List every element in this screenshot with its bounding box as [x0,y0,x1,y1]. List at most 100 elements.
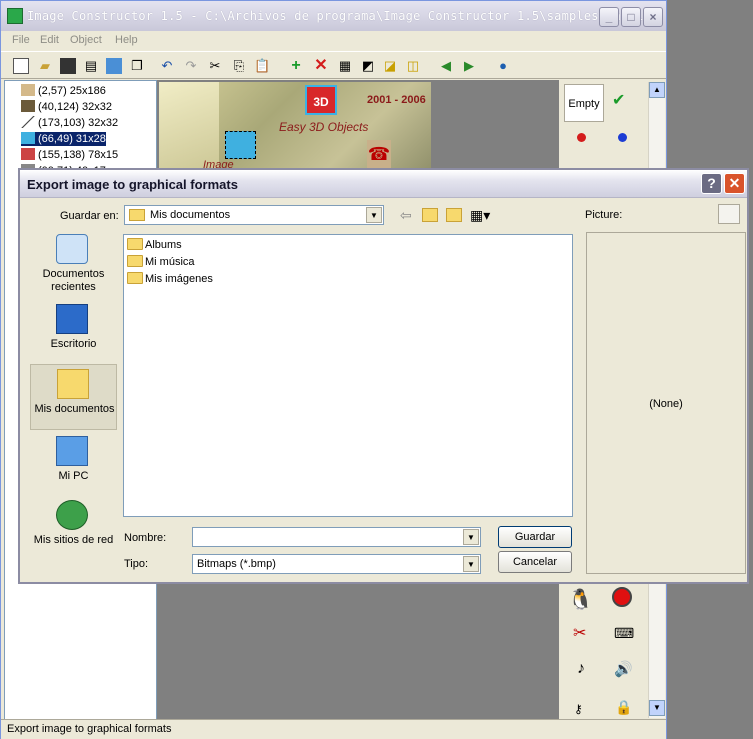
undo-icon[interactable]: ↶ [159,58,175,74]
computer-icon [56,436,88,466]
tree-item-label: (173,103) 32x32 [38,117,119,129]
open-icon[interactable]: ▰ [37,58,53,74]
scissors-icon[interactable]: ✂ [573,623,586,643]
place-network[interactable]: Mis sitios de red [30,496,117,560]
scroll-down-icon[interactable]: ▼ [649,700,665,716]
key-icon[interactable]: ⚷ [574,702,583,716]
preview-value: (None) [649,398,683,410]
menu-file[interactable]: File [12,34,30,46]
object-thumb-icon [21,148,35,160]
lock-icon[interactable]: 🔒 [615,699,632,716]
layers-icon[interactable]: ◩ [360,58,376,74]
place-label: Mi PC [58,470,89,482]
music-note-icon[interactable]: ♪ [577,660,585,678]
tree-item[interactable]: (155,138) 78x15 [21,148,118,162]
picture-label: Picture: [585,209,623,221]
title-bar: Image Constructor 1.5 - C:\Archivos de p… [1,1,666,31]
new-icon[interactable] [13,58,29,74]
copy-icon[interactable]: ⎘ [231,58,247,74]
menu-edit[interactable]: Edit [40,34,59,46]
empty-label: Empty [568,98,600,110]
recent-documents-icon [56,234,88,264]
place-label: Documentos recientes [42,268,105,293]
image-icon[interactable] [106,58,122,74]
folder-icon [127,238,143,250]
close-button[interactable]: × [643,7,663,27]
blue-dot-icon[interactable] [618,133,627,142]
app-icon [7,8,23,24]
place-my-pc[interactable]: Mi PC [30,432,117,496]
arrow-right-icon[interactable]: ▶ [461,58,477,74]
type-label: Tipo: [124,558,149,570]
file-list[interactable]: Albums Mi música Mis imágenes [123,234,573,517]
view-menu-icon[interactable]: ▦▾ [470,207,490,224]
redo-icon[interactable]: ↷ [183,58,199,74]
check-icon[interactable]: ✔ [612,90,625,110]
chevron-down-icon[interactable]: ▼ [463,556,479,572]
cut-icon[interactable]: ✂ [207,58,223,74]
badge-text: 3D [313,95,329,109]
delete-icon[interactable]: ✕ [313,58,329,74]
empty-button[interactable]: Empty [564,84,604,122]
tree-item[interactable]: (40,124) 32x32 [21,100,112,114]
selected-object[interactable] [225,131,256,159]
menu-help[interactable]: Help [115,34,138,46]
minimize-button[interactable]: _ [599,7,619,27]
tree-item[interactable]: (2,57) 25x186 [21,84,106,98]
list-item[interactable]: Albums [127,238,182,254]
folder-icon [129,209,145,221]
object-thumb-icon [21,100,35,112]
scroll-up-icon[interactable]: ▲ [649,82,665,98]
place-label: Mis sitios de red [33,534,114,546]
back-icon[interactable]: ⇦ [400,207,412,224]
file-name: Mis imágenes [145,273,213,285]
send-back-icon[interactable]: ◫ [405,58,421,74]
save-in-select[interactable]: Mis documentos ▼ [124,205,384,225]
globe-icon[interactable]: ● [495,58,511,74]
record-icon[interactable] [612,587,632,607]
type-select[interactable]: Bitmaps (*.bmp) ▼ [192,554,481,574]
name-field[interactable]: ▼ [192,527,481,547]
bring-front-icon[interactable]: ◪ [382,58,398,74]
arrow-left-icon[interactable]: ◀ [438,58,454,74]
place-recent[interactable]: Documentos recientes [30,230,117,294]
tree-item-label: (155,138) 78x15 [38,149,119,161]
status-text: Export image to graphical formats [7,723,172,735]
help-button[interactable]: ? [701,173,722,194]
copy-doc-icon[interactable]: ❐ [129,58,145,74]
add-icon[interactable]: + [288,58,304,74]
keyboard-icon[interactable]: ⌨ [614,625,634,642]
list-item[interactable]: Mi música [127,255,195,271]
list-item[interactable]: Mis imágenes [127,272,213,288]
tree-item[interactable]: (173,103) 32x32 [21,116,118,130]
preview-icon[interactable] [718,204,740,224]
place-my-documents[interactable]: Mis documentos [30,364,117,430]
network-icon [56,500,88,530]
canvas-image[interactable]: 3D 2001 - 2006 Easy 3D Objects ☎ Image [159,82,431,174]
paste-icon[interactable]: 📋 [254,58,270,74]
logo-3d-icon: 3D [305,85,337,115]
duplicate-icon[interactable]: ▦ [337,58,353,74]
speaker-icon[interactable]: 🔊 [614,660,633,678]
dialog-title: Export image to graphical formats [27,177,238,192]
tree-item-label: (2,57) 25x186 [38,85,106,97]
music-folder-icon [127,255,143,267]
save-icon[interactable] [60,58,76,74]
place-desktop[interactable]: Escritorio [30,300,117,364]
export-dialog: Export image to graphical formats ? ✕ Gu… [18,168,749,584]
red-dot-icon[interactable] [577,133,586,142]
penguin-icon[interactable]: 🐧 [568,587,593,612]
save-in-label: Guardar en: [60,210,119,222]
maximize-button[interactable]: □ [621,7,641,27]
chevron-down-icon[interactable]: ▼ [366,207,382,223]
cancel-button[interactable]: Cancelar [498,551,572,573]
up-folder-icon[interactable] [422,208,438,222]
menu-object[interactable]: Object [70,34,102,46]
tree-item-selected[interactable]: (66,49) 31x28 [21,132,106,146]
chevron-down-icon[interactable]: ▼ [463,529,479,545]
dialog-close-button[interactable]: ✕ [724,173,745,194]
object-thumb-icon [21,116,35,128]
properties-icon[interactable]: ▤ [83,58,99,74]
save-button[interactable]: Guardar [498,526,572,548]
new-folder-icon[interactable] [446,208,462,222]
